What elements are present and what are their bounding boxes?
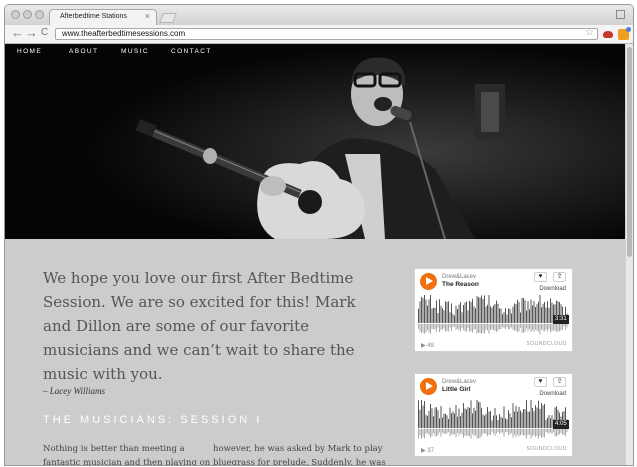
intro-text: We hope you love our first After Bedtime… xyxy=(43,266,383,386)
browser-tab[interactable]: Afterbedtime Stations × xyxy=(49,9,157,25)
zoom-window-button[interactable] xyxy=(35,10,44,19)
browser-window: Afterbedtime Stations × ← → C www.theaft… xyxy=(4,4,634,466)
address-bar[interactable]: www.theafterbedtimesessions.com ☆ xyxy=(55,27,598,40)
nav-contact[interactable]: CONTACT xyxy=(171,48,212,55)
scrollbar-thumb[interactable] xyxy=(627,47,632,257)
intro-line: music with you. xyxy=(43,365,163,383)
share-icon[interactable]: ⇪ xyxy=(553,377,566,387)
track-duration: 3:31 xyxy=(553,315,569,324)
section-heading: THE MUSICIANS: SESSION I xyxy=(43,414,263,426)
tab-title: Afterbedtime Stations xyxy=(60,13,127,20)
download-link[interactable]: Download xyxy=(539,286,566,292)
back-icon[interactable]: ← xyxy=(11,26,24,40)
waveform[interactable] xyxy=(418,400,570,442)
intro-line: Session. We are so excited for this! Mar… xyxy=(43,293,356,311)
forward-icon[interactable]: → xyxy=(25,26,38,40)
nav-about[interactable]: ABOUT xyxy=(69,48,98,55)
extension-icon[interactable] xyxy=(603,31,613,38)
browser-toolbar: ← → C www.theafterbedtimesessions.com ☆ xyxy=(5,25,633,44)
extension-icon[interactable] xyxy=(618,27,631,40)
play-button[interactable] xyxy=(420,273,437,290)
author-signature: – Lacey Williams xyxy=(43,386,105,396)
nav-music[interactable]: MUSIC xyxy=(121,48,149,55)
body-line: fantastic musician and then playing on xyxy=(43,458,211,465)
title-bar: Afterbedtime Stations × xyxy=(5,5,633,25)
track-title[interactable]: The Reason xyxy=(442,281,479,288)
body-line: bluegrass for prelude. Suddenly, he was xyxy=(213,458,386,465)
play-count: ▶ 37 xyxy=(421,448,434,454)
intro-line: We hope you love our first After Bedtime xyxy=(43,269,354,287)
page-viewport: HOME ABOUT MUSIC CONTACT We hope you lov… xyxy=(5,44,625,465)
url-text[interactable]: www.theafterbedtimesessions.com xyxy=(62,29,185,39)
hero-image xyxy=(5,44,625,239)
soundcloud-player: Drew&Lacev Little Girl ♥ ⇪ Download 4:05… xyxy=(414,373,573,457)
close-window-button[interactable] xyxy=(11,10,20,19)
play-button[interactable] xyxy=(420,378,437,395)
page-scrollbar[interactable] xyxy=(625,44,633,465)
download-link[interactable]: Download xyxy=(539,391,566,397)
body-line: Nothing is better than meeting a xyxy=(43,444,185,454)
new-tab-button[interactable] xyxy=(159,13,177,23)
artist-name[interactable]: Drew&Lacev xyxy=(442,379,476,385)
track-title[interactable]: Little Girl xyxy=(442,386,471,393)
play-count: ▶ 49 xyxy=(421,343,434,349)
play-icon xyxy=(426,382,433,390)
soundcloud-icon[interactable]: SOUNDCLOUD xyxy=(526,341,567,347)
nav-home[interactable]: HOME xyxy=(17,48,42,55)
intro-line: and Dillon are some of our favorite xyxy=(43,317,310,335)
artist-name[interactable]: Drew&Lacev xyxy=(442,274,476,280)
soundcloud-icon[interactable]: SOUNDCLOUD xyxy=(526,446,567,452)
fullscreen-icon[interactable] xyxy=(616,10,625,19)
star-icon[interactable]: ☆ xyxy=(585,27,594,38)
heart-icon[interactable]: ♥ xyxy=(534,272,547,282)
intro-line: musicians and we can’t wait to share the xyxy=(43,341,355,359)
waveform[interactable] xyxy=(418,295,570,337)
reload-icon[interactable]: C xyxy=(41,26,48,40)
heart-icon[interactable]: ♥ xyxy=(534,377,547,387)
body-column-2: however, he was asked by Mark to play bl… xyxy=(213,442,386,465)
hero-photo: HOME ABOUT MUSIC CONTACT xyxy=(5,44,625,239)
share-icon[interactable]: ⇪ xyxy=(553,272,566,282)
soundcloud-player: Drew&Lacev The Reason ♥ ⇪ Download 3:31 … xyxy=(414,268,573,352)
body-column-1: Nothing is better than meeting a fantast… xyxy=(43,442,211,465)
play-icon xyxy=(426,277,433,285)
body-line: however, he was asked by Mark to play xyxy=(213,444,383,454)
track-duration: 4:05 xyxy=(553,420,569,429)
minimize-window-button[interactable] xyxy=(23,10,32,19)
tab-close-icon[interactable]: × xyxy=(145,11,150,21)
